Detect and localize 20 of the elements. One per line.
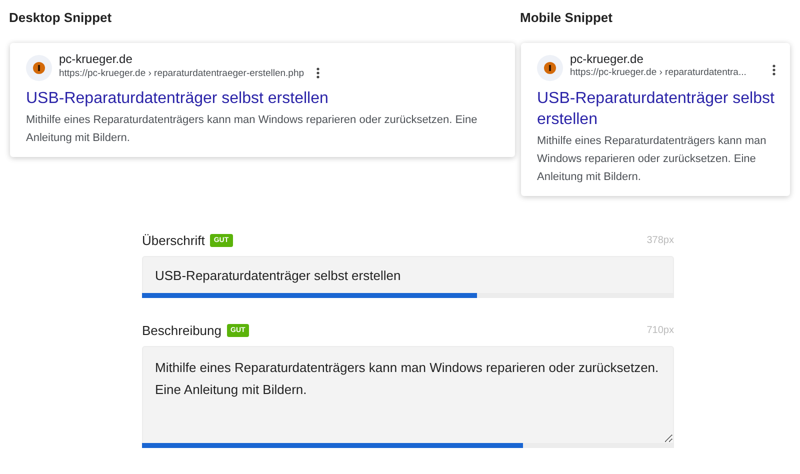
site-name: pc-krueger.de xyxy=(59,52,134,66)
title-input-field[interactable]: USB-Reparaturdatenträger selbst erstellen xyxy=(142,256,674,293)
field-label: Beschreibung xyxy=(142,322,222,338)
section-heading: Desktop Snippet xyxy=(9,10,113,26)
result-description: Mithilfe eines Reparaturdatenträgers kann man Windows reparieren oder zurücksetzen. Eine Anleitung mit Bildern. xyxy=(26,113,478,146)
field-label: Überschrift xyxy=(142,232,205,248)
section-heading: Mobile Snippet xyxy=(520,10,614,26)
more-options-icon[interactable] xyxy=(316,67,320,79)
result-url: https://pc-krueger.de › reparaturdatentra... xyxy=(570,67,746,78)
pixel-width-reading: 710px xyxy=(646,324,674,336)
site-logo-icon xyxy=(26,55,52,81)
site-logo-icon xyxy=(537,55,563,81)
result-description: Mithilfe eines Reparaturdatenträgers kann man Windows reparieren oder zurücksetzen. Eine Anleitung mit Bildern. xyxy=(537,134,768,185)
more-options-icon[interactable] xyxy=(772,64,776,76)
result-title-link[interactable]: USB-Reparaturdatenträger selbst erstellen xyxy=(26,88,501,109)
result-title-link[interactable]: USB-Reparaturdatenträger selbst erstellen xyxy=(537,88,776,130)
site-name: pc-krueger.de xyxy=(570,52,644,66)
result-url: https://pc-krueger.de › reparaturdatentraeger-erstellen.php xyxy=(59,68,304,78)
pixel-width-reading: 378px xyxy=(646,234,674,246)
description-input-field[interactable]: Mithilfe eines Reparaturdatenträgers kann man Windows reparieren oder zurücksetzen. Eine Anleitung mit Bildern. xyxy=(142,346,674,443)
